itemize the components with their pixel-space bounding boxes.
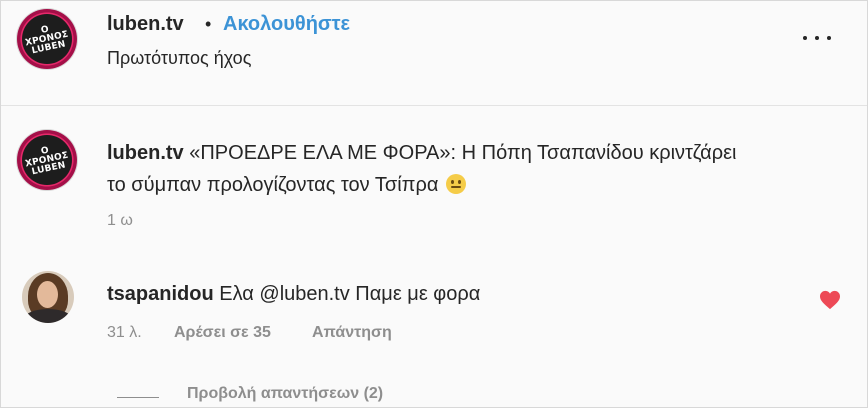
post-panel: Ο ΧΡΟΝΟΣ LUBEN luben.tv • Ακολουθήστε Πρ… (0, 0, 868, 408)
caption-timestamp[interactable]: 1 ω (107, 212, 133, 230)
commenter-avatar[interactable] (22, 271, 74, 323)
header-divider (1, 105, 867, 106)
separator-dot: • (205, 14, 212, 34)
audio-label[interactable]: Πρωτότυπος ήχος (107, 48, 251, 69)
post-header: Ο ΧΡΟΝΟΣ LUBEN luben.tv • Ακολουθήστε Πρ… (1, 1, 867, 105)
heart-icon[interactable] (819, 290, 841, 310)
reply-button[interactable]: Απάντηση (312, 324, 392, 342)
replies-divider (117, 397, 159, 398)
comment-likes[interactable]: Αρέσει σε 35 (174, 324, 271, 342)
comment-timestamp[interactable]: 31 λ. (107, 324, 142, 342)
more-horizontal-icon[interactable] (803, 28, 831, 48)
header-username[interactable]: luben.tv (107, 13, 184, 36)
brand-logo: Ο ΧΡΟΝΟΣ LUBEN (24, 24, 70, 56)
comment: tsapanidou Ελα @luben.tv Παμε με φορα (107, 283, 480, 306)
caption-text: luben.tv «ΠΡΟΕΔΡΕ ΕΛΑ ΜΕ ΦΟΡΑ»: Η Πόπη Τ… (107, 137, 747, 201)
view-replies-button[interactable]: Προβολή απαντήσεων (2) (187, 385, 383, 403)
caption-avatar[interactable]: Ο ΧΡΟΝΟΣ LUBEN (16, 129, 78, 191)
brand-logo: Ο ΧΡΟΝΟΣ LUBEN (24, 145, 70, 177)
caption-body: «ΠΡΟΕΔΡΕ ΕΛΑ ΜΕ ΦΟΡΑ»: Η Πόπη Τσαπανίδου… (107, 142, 737, 196)
caption-username[interactable]: luben.tv (107, 142, 184, 164)
profile-avatar[interactable]: Ο ΧΡΟΝΟΣ LUBEN (16, 8, 78, 70)
comment-username[interactable]: tsapanidou (107, 283, 214, 305)
follow-button[interactable]: Ακολουθήστε (223, 13, 350, 36)
comment-body: Ελα @luben.tv Παμε με φορα (219, 283, 481, 305)
grimace-face-emoji-icon (445, 174, 466, 194)
